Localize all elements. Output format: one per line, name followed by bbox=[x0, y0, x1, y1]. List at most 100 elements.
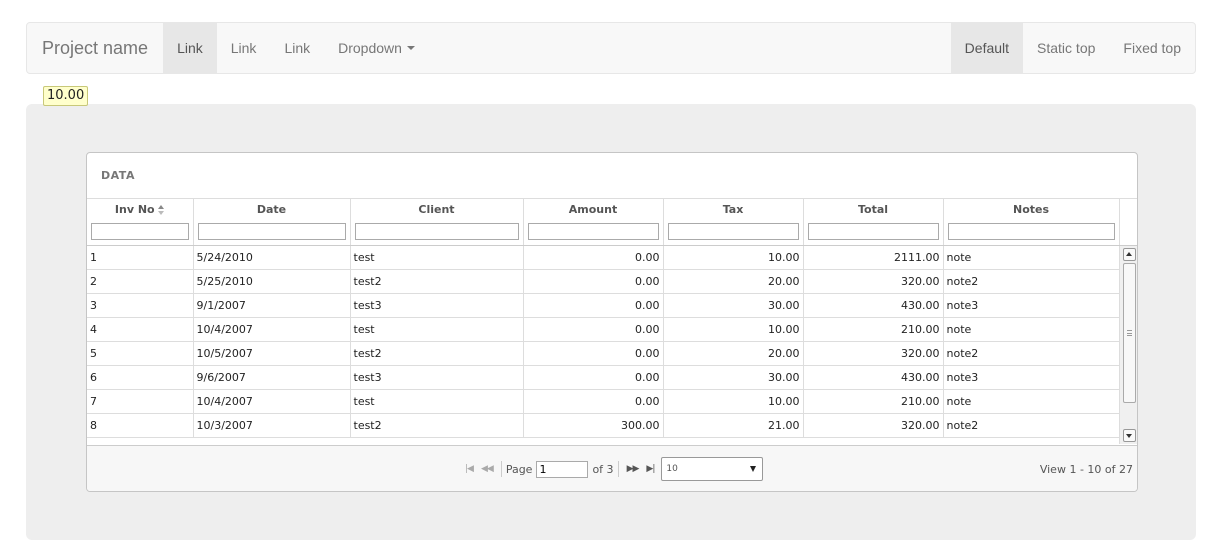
brand[interactable]: Project name bbox=[27, 23, 163, 73]
filter-client-input[interactable] bbox=[354, 223, 519, 241]
cell-tax: 30.00 bbox=[663, 293, 804, 318]
column-header-amount[interactable]: Amount bbox=[523, 199, 664, 219]
nav-link-3[interactable]: Link bbox=[270, 23, 324, 73]
prev-page-icon[interactable]: ◀◀ bbox=[481, 464, 494, 474]
cell-amount: 0.00 bbox=[523, 293, 664, 318]
cell-id: 8 bbox=[87, 413, 194, 438]
filter-cell bbox=[663, 219, 804, 246]
caret-down-icon bbox=[406, 46, 415, 50]
page-count: of 3 bbox=[592, 462, 614, 476]
filter-inv-no-input[interactable] bbox=[91, 223, 189, 241]
cell-date: 5/25/2010 bbox=[193, 269, 351, 294]
scroll-thumb[interactable] bbox=[1123, 262, 1136, 403]
vertical-scrollbar[interactable] bbox=[1119, 245, 1137, 444]
rows-per-page-select[interactable]: 10 bbox=[661, 457, 764, 481]
table-row[interactable]: 8 10/3/2007 test2 300.00 21.00 320.00 note2 bbox=[87, 413, 1120, 438]
first-page-icon[interactable]: |◀ bbox=[465, 464, 474, 474]
nav-link-1[interactable]: Link bbox=[163, 23, 217, 73]
rows-per-page-value: 10 bbox=[666, 464, 678, 474]
cell-note: note bbox=[943, 317, 1120, 342]
cell-date: 10/5/2007 bbox=[193, 341, 351, 366]
cell-client: test3 bbox=[350, 365, 524, 390]
table-row[interactable]: 5 10/5/2007 test2 0.00 20.00 320.00 note2 bbox=[87, 341, 1120, 366]
table-row[interactable]: 4 10/4/2007 test 0.00 10.00 210.00 note bbox=[87, 317, 1120, 342]
cell-date: 9/1/2007 bbox=[193, 293, 351, 318]
cell-note: note2 bbox=[943, 413, 1120, 438]
cell-client: test2 bbox=[350, 413, 524, 438]
cell-date: 10/4/2007 bbox=[193, 317, 351, 342]
cell-note: note2 bbox=[943, 269, 1120, 294]
cell-client: test bbox=[350, 317, 524, 342]
filter-total-input[interactable] bbox=[807, 223, 939, 241]
last-page-icon[interactable]: ▶| bbox=[646, 464, 655, 474]
cell-amount: 0.00 bbox=[523, 365, 664, 390]
cell-date: 5/24/2010 bbox=[193, 245, 351, 270]
nav-dropdown-label: Dropdown bbox=[338, 40, 402, 56]
cell-id: 4 bbox=[87, 317, 194, 342]
nav-fixed-top[interactable]: Fixed top bbox=[1109, 23, 1195, 73]
column-header-client[interactable]: Client bbox=[350, 199, 524, 219]
table-row[interactable]: 1 5/24/2010 test 0.00 10.00 2111.00 note bbox=[87, 245, 1120, 270]
filter-spacer bbox=[1119, 219, 1137, 246]
cell-id: 2 bbox=[87, 269, 194, 294]
cell-tax: 10.00 bbox=[663, 389, 804, 414]
next-page-icon[interactable]: ▶▶ bbox=[627, 464, 640, 474]
column-header-inv-no[interactable]: Inv No bbox=[87, 199, 194, 219]
page-input[interactable] bbox=[536, 460, 589, 478]
nav-left: Link Link Link Dropdown bbox=[163, 23, 429, 73]
grip-icon bbox=[1127, 329, 1132, 336]
cell-note: note3 bbox=[943, 293, 1120, 318]
filter-notes-input[interactable] bbox=[947, 223, 1115, 241]
cell-client: test2 bbox=[350, 269, 524, 294]
grid-body: 1 5/24/2010 test 0.00 10.00 2111.00 note 2 5/25/… bbox=[87, 245, 1137, 444]
pager-separator bbox=[500, 461, 502, 477]
cell-total: 430.00 bbox=[803, 365, 944, 390]
value-tooltip: 10.00 bbox=[43, 86, 89, 106]
cell-id: 3 bbox=[87, 293, 194, 318]
filter-amount-input[interactable] bbox=[527, 223, 659, 241]
cell-client: test2 bbox=[350, 341, 524, 366]
page-label: Page bbox=[505, 462, 533, 476]
cell-client: test bbox=[350, 389, 524, 414]
cell-total: 2111.00 bbox=[803, 245, 944, 270]
column-header-date[interactable]: Date bbox=[193, 199, 351, 219]
pager-separator bbox=[617, 461, 619, 477]
filter-cell bbox=[193, 219, 351, 246]
cell-id: 5 bbox=[87, 341, 194, 366]
cell-note: note bbox=[943, 389, 1120, 414]
nav-default[interactable]: Default bbox=[950, 23, 1024, 73]
table-row[interactable]: 7 10/4/2007 test 0.00 10.00 210.00 note bbox=[87, 389, 1120, 414]
cell-total: 210.00 bbox=[803, 389, 944, 414]
table-row[interactable]: 2 5/25/2010 test2 0.00 20.00 320.00 note2 bbox=[87, 269, 1120, 294]
cell-client: test3 bbox=[350, 293, 524, 318]
filter-tax-input[interactable] bbox=[667, 223, 799, 241]
nav-static-top[interactable]: Static top bbox=[1023, 23, 1109, 73]
nav-link-2[interactable]: Link bbox=[217, 23, 271, 73]
cell-total: 210.00 bbox=[803, 317, 944, 342]
navbar: Project name Link Link Link Dropdown Def… bbox=[26, 22, 1196, 74]
data-grid: DATA Inv No Date Client Amount Tax Total… bbox=[86, 152, 1138, 492]
cell-client: test bbox=[350, 245, 524, 270]
column-header-notes[interactable]: Notes bbox=[943, 199, 1120, 219]
cell-tax: 30.00 bbox=[663, 365, 804, 390]
scroll-down-icon[interactable] bbox=[1123, 428, 1136, 442]
view-records-info: View 1 - 10 of 27 bbox=[1039, 462, 1133, 476]
table-row[interactable]: 6 9/6/2007 test3 0.00 30.00 430.00 note3 bbox=[87, 365, 1120, 390]
cell-amount: 0.00 bbox=[523, 341, 664, 366]
nav-dropdown[interactable]: Dropdown bbox=[324, 23, 429, 73]
cell-amount: 300.00 bbox=[523, 413, 664, 438]
header-spacer bbox=[1119, 199, 1137, 219]
filter-cell bbox=[523, 219, 664, 246]
filter-date-input[interactable] bbox=[197, 223, 346, 241]
table-row[interactable]: 3 9/1/2007 test3 0.00 30.00 430.00 note3 bbox=[87, 293, 1120, 318]
cell-date: 10/3/2007 bbox=[193, 413, 351, 438]
pager-controls: |◀ ◀◀ Page of 3 ▶▶ ▶| 10 bbox=[461, 446, 764, 491]
grid-header: Inv No Date Client Amount Tax Total Note… bbox=[87, 199, 1137, 246]
column-header-total[interactable]: Total bbox=[803, 199, 944, 219]
scroll-up-icon[interactable] bbox=[1123, 247, 1136, 261]
cell-note: note3 bbox=[943, 365, 1120, 390]
column-header-tax[interactable]: Tax bbox=[663, 199, 804, 219]
filter-cell bbox=[87, 219, 194, 246]
cell-total: 320.00 bbox=[803, 341, 944, 366]
cell-total: 320.00 bbox=[803, 413, 944, 438]
